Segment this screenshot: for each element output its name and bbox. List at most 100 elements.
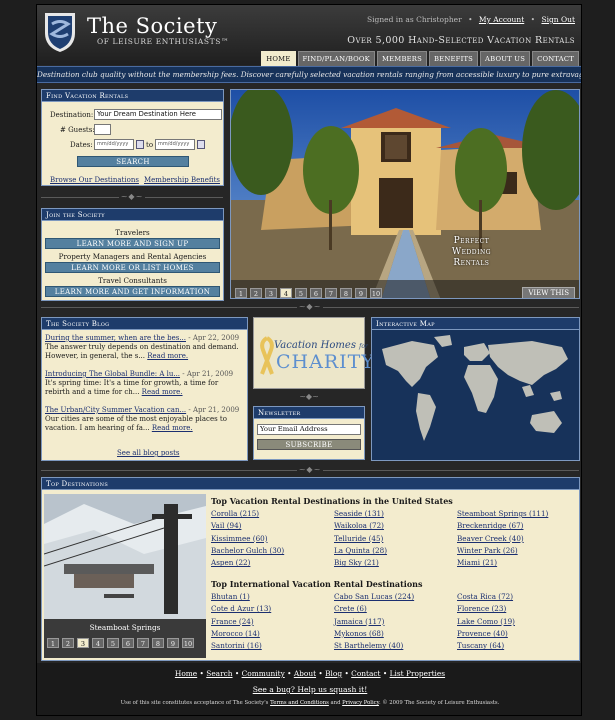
destination-link[interactable]: Beaver Creek (40)	[457, 533, 580, 545]
charity-banner[interactable]: Vacation Homes for Charity	[253, 317, 374, 389]
date-from-input[interactable]: mm/dd/yyyy	[94, 139, 134, 150]
world-map[interactable]	[372, 331, 579, 460]
destination-link[interactable]: Cabo San Lucas (224)	[334, 591, 457, 603]
page-button[interactable]: 5	[295, 288, 307, 298]
interactive-map-panel[interactable]: Interactive Map	[371, 317, 580, 461]
guests-input[interactable]	[94, 124, 111, 135]
read-more-link[interactable]: Read more.	[147, 352, 188, 360]
destination-link[interactable]: Florence (23)	[457, 603, 580, 615]
nav-tab-members[interactable]: MEMBERS	[376, 51, 427, 67]
destination-link[interactable]: Waikoloa (72)	[334, 520, 457, 532]
shield-logo-icon[interactable]	[43, 11, 77, 53]
page-button[interactable]: 7	[325, 288, 337, 298]
page-button[interactable]: 6	[310, 288, 322, 298]
destination-link[interactable]: Lake Como (19)	[457, 616, 580, 628]
date-to-input[interactable]: mm/dd/yyyy	[155, 139, 195, 150]
destination-link[interactable]: Big Sky (21)	[334, 557, 457, 569]
view-this-button[interactable]: VIEW THIS	[522, 287, 575, 298]
nav-tab-find-plan-book[interactable]: FIND/PLAN/BOOK	[297, 51, 375, 67]
blog-post-link[interactable]: The Urban/City Summer Vacation can...	[45, 406, 186, 414]
destination-link[interactable]: Winter Park (26)	[457, 545, 580, 557]
consultants-info-button[interactable]: LEARN MORE AND GET INFORMATION	[45, 286, 220, 297]
calendar-icon[interactable]	[197, 140, 205, 149]
destination-link[interactable]: La Quinta (28)	[334, 545, 457, 557]
main-nav: HOME FIND/PLAN/BOOK MEMBERS BENEFITS ABO…	[261, 51, 579, 67]
destination-link[interactable]: Crete (6)	[334, 603, 457, 615]
page-button[interactable]: 1	[47, 638, 59, 648]
destination-link[interactable]: Bachelor Gulch (30)	[211, 545, 334, 557]
my-account-link[interactable]: My Account	[479, 15, 524, 24]
page-button[interactable]: 2	[62, 638, 74, 648]
browse-destinations-link[interactable]: Browse Our Destinations	[50, 176, 139, 184]
nav-tab-home[interactable]: HOME	[261, 51, 296, 67]
page-button[interactable]: 10	[182, 638, 194, 648]
footer-link-blog[interactable]: Blog	[325, 669, 342, 678]
list-homes-button[interactable]: LEARN MORE OR LIST HOMES	[45, 262, 220, 273]
destination-link[interactable]: Tuscany (64)	[457, 640, 580, 652]
destination-link[interactable]: Telluride (45)	[334, 533, 457, 545]
page-button[interactable]: 4	[92, 638, 104, 648]
destination-link[interactable]: Kissimmee (60)	[211, 533, 334, 545]
page-button[interactable]: 9	[355, 288, 367, 298]
destination-link[interactable]: Provence (40)	[457, 628, 580, 640]
page-button[interactable]: 10	[370, 288, 382, 298]
destination-link[interactable]: Bhutan (1)	[211, 591, 334, 603]
featured-photo-slideshow[interactable]: Perfect Wedding Rentals 1 2 3 4 5 6 7 8 …	[230, 89, 580, 299]
footer-link-home[interactable]: Home	[175, 669, 197, 678]
destination-link[interactable]: France (24)	[211, 616, 334, 628]
blog-post-link[interactable]: Introducing The Global Bundle: A lu...	[45, 370, 180, 378]
destination-link[interactable]: Breckenridge (67)	[457, 520, 580, 532]
destination-link[interactable]: Jamaica (117)	[334, 616, 457, 628]
nav-tab-benefits[interactable]: BENEFITS	[428, 51, 479, 67]
read-more-link[interactable]: Read more.	[142, 388, 183, 396]
footer-link-contact[interactable]: Contact	[351, 669, 380, 678]
page-button[interactable]: 3	[265, 288, 277, 298]
travelers-signup-button[interactable]: LEARN MORE AND SIGN UP	[45, 238, 220, 249]
blog-post-link[interactable]: During the summer, when are the bes...	[45, 334, 186, 342]
destination-link[interactable]: Cote d Azur (13)	[211, 603, 334, 615]
read-more-link[interactable]: Read more.	[152, 424, 193, 432]
see-all-posts-link[interactable]: See all blog posts	[117, 449, 180, 457]
nav-tab-about-us[interactable]: ABOUT US	[480, 51, 531, 67]
footer-link-list-properties[interactable]: List Properties	[390, 669, 445, 678]
destination-link[interactable]: Aspen (22)	[211, 557, 334, 569]
destination-link[interactable]: Santorini (16)	[211, 640, 334, 652]
report-bug-link[interactable]: See a bug? Help us squash it!	[37, 685, 581, 694]
destination-link[interactable]: Steamboat Springs (111)	[457, 508, 580, 520]
calendar-icon[interactable]	[136, 140, 144, 149]
search-button[interactable]: SEARCH	[77, 156, 189, 167]
footer-link-about[interactable]: About	[294, 669, 316, 678]
site-title[interactable]: The Society	[87, 14, 217, 38]
destination-link[interactable]: Seaside (131)	[334, 508, 457, 520]
destination-link[interactable]: St Barthelemy (40)	[334, 640, 457, 652]
nav-tab-contact[interactable]: CONTACT	[532, 51, 579, 67]
page-button[interactable]: 7	[137, 638, 149, 648]
page-button[interactable]: 6	[122, 638, 134, 648]
footer-link-search[interactable]: Search	[206, 669, 232, 678]
ornament-divider: ~◆~	[37, 466, 581, 474]
destination-photo[interactable]: Steamboat Springs 1 2 3 4 5 6 7 8 9 10	[44, 494, 206, 658]
footer-link-community[interactable]: Community	[242, 669, 285, 678]
page-button-active[interactable]: 3	[77, 638, 89, 648]
page-button-active[interactable]: 4	[280, 288, 292, 298]
privacy-link[interactable]: Privacy Policy	[342, 700, 379, 706]
page-button[interactable]: 9	[167, 638, 179, 648]
terms-link[interactable]: Terms and Conditions	[270, 700, 329, 706]
legal-prefix: Use of this site constitutes acceptance …	[120, 700, 271, 706]
page-button[interactable]: 5	[107, 638, 119, 648]
destination-input[interactable]: Your Dream Destination Here	[94, 109, 222, 120]
destination-link[interactable]: Corolla (215)	[211, 508, 334, 520]
destination-link[interactable]: Miami (21)	[457, 557, 580, 569]
page-button[interactable]: 2	[250, 288, 262, 298]
subscribe-button[interactable]: SUBSCRIBE	[257, 439, 361, 450]
destination-link[interactable]: Mykonos (68)	[334, 628, 457, 640]
sign-out-link[interactable]: Sign Out	[541, 15, 575, 24]
page-button[interactable]: 8	[340, 288, 352, 298]
page-button[interactable]: 1	[235, 288, 247, 298]
email-input[interactable]: Your Email Address	[257, 424, 361, 435]
destination-link[interactable]: Morocco (14)	[211, 628, 334, 640]
page-button[interactable]: 8	[152, 638, 164, 648]
destination-link[interactable]: Costa Rica (72)	[457, 591, 580, 603]
membership-benefits-link[interactable]: Membership Benefits	[144, 176, 220, 184]
destination-link[interactable]: Vail (94)	[211, 520, 334, 532]
